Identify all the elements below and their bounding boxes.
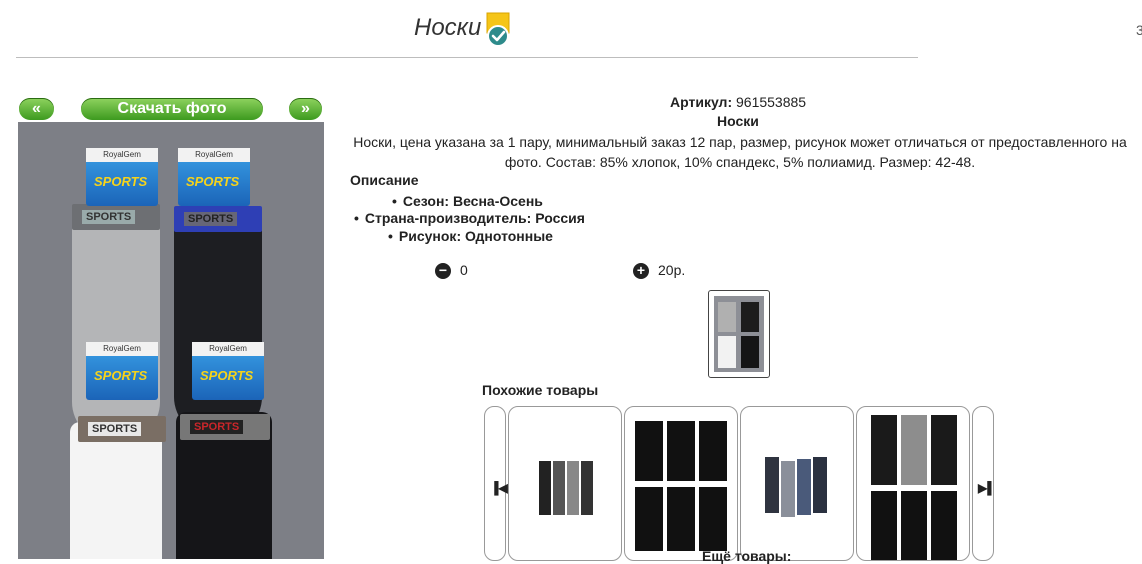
sock-cuff: SPORTS [174,206,262,232]
product-photo[interactable]: SPORTS RoyalGem SPORTS SPORTS RoyalGem S… [18,122,324,559]
feature-season: Сезон: Весна-Осень [392,193,543,209]
similar-image [635,421,727,551]
sock-cuff: SPORTS [78,416,166,442]
sock-white [70,422,162,559]
cuff-label: SPORTS [82,210,136,224]
sock-grey [72,212,160,442]
brand-label: RoyalGem [86,342,158,356]
similar-item[interactable] [856,406,970,561]
next-photo-button[interactable]: » [289,98,322,120]
brand-label: RoyalGem [86,148,158,162]
more-products-label: Ещё товары: [702,548,792,564]
line-label: SPORTS [94,174,148,189]
qty-plus-group: +20р. [633,262,686,280]
sock-label: RoyalGem SPORTS [86,148,158,206]
page-title: Носки [414,14,482,41]
header: Носки 3 [0,0,1142,60]
qty-value: 0 [460,262,468,278]
verified-badge-icon [486,12,510,47]
similar-image [765,457,835,517]
prev-arrow-icon: ▐◀ [490,481,508,495]
brand-label: RoyalGem [178,148,250,162]
prev-photo-button[interactable]: « [19,98,54,120]
sock-black [174,212,262,437]
carousel-prev-button[interactable]: ▐◀ [484,406,508,561]
edge-text: 3 [1136,22,1142,38]
similar-image [539,461,595,515]
sock-cuff: SPORTS [180,414,270,440]
line-label: SPORTS [94,368,148,383]
thumbnail-image [714,296,764,372]
feature-pattern: Рисунок: Однотонные [388,228,553,244]
price-value: 20р. [658,262,686,278]
similar-title: Похожие товары [482,382,599,398]
article-value: 961553885 [736,94,807,110]
photo-thumbnail[interactable] [708,290,770,378]
brand-label: RoyalGem [192,342,264,356]
description-heading: Описание [350,172,419,188]
product-name: Носки [717,113,759,129]
next-arrow-icon: ▶▌ [978,481,996,495]
cuff-label: SPORTS [190,420,244,434]
feature-country: Страна-производитель: Россия [354,210,585,226]
download-photo-button[interactable]: Скачать фото [81,98,263,120]
article-line: Артикул: 961553885 [670,94,806,110]
cuff-label: SPORTS [88,422,142,436]
plus-icon[interactable]: + [633,263,649,280]
product-description: Носки, цена указана за 1 пару, минимальн… [353,134,1127,170]
sock-label: RoyalGem SPORTS [192,342,264,400]
qty-minus-group: −0 [435,262,468,280]
minus-icon[interactable]: − [435,263,451,280]
article-label: Артикул: [670,94,733,110]
similar-item[interactable] [508,406,622,561]
sock-label: RoyalGem SPORTS [178,148,250,206]
similar-item[interactable] [740,406,854,561]
sock-label: RoyalGem SPORTS [86,342,158,400]
similar-item[interactable] [624,406,738,561]
line-label: SPORTS [186,174,240,189]
sock-cuff: SPORTS [72,204,160,230]
carousel-next-button[interactable]: ▶▌ [972,406,996,561]
cuff-label: SPORTS [184,212,238,226]
line-label: SPORTS [200,368,254,383]
similar-image [871,415,957,560]
header-divider [16,57,918,58]
